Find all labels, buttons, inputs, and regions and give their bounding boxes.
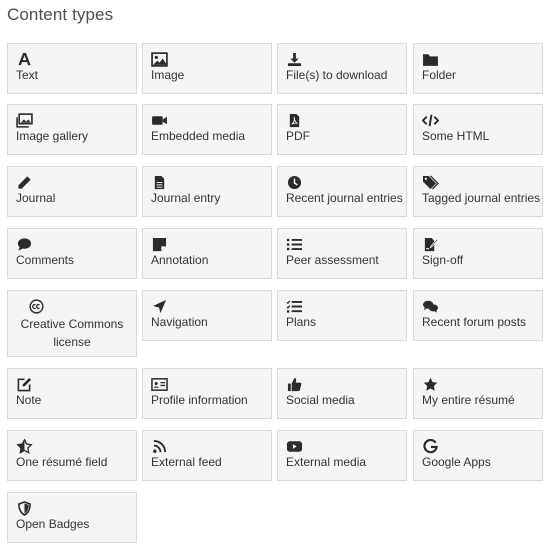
star-icon	[422, 377, 440, 393]
tile-label: My entire résumé	[422, 393, 515, 407]
content-type-annotation[interactable]: Annotation	[142, 228, 272, 279]
tile-label: Creative Commons license	[20, 317, 124, 349]
location-arrow-icon	[151, 299, 169, 315]
sticky-note-icon	[151, 237, 169, 253]
checklist-icon	[286, 299, 304, 315]
content-type-profile-information[interactable]: Profile information	[142, 368, 272, 419]
content-type-one-resume-field[interactable]: One résumé field	[7, 430, 137, 481]
content-type-some-html[interactable]: Some HTML	[413, 104, 543, 155]
tile-label: Profile information	[151, 393, 248, 407]
page-title: Content types	[7, 5, 114, 24]
content-type-pdf[interactable]: PDF	[277, 104, 407, 155]
tile-label: Image gallery	[16, 129, 89, 143]
content-type-plans[interactable]: Plans	[277, 290, 407, 341]
thumbs-up-icon	[286, 377, 304, 393]
star-half-icon	[16, 439, 34, 455]
tile-label: Journal entry	[151, 191, 221, 205]
tile-label: Tagged journal entries	[422, 191, 541, 205]
tile-label: Navigation	[151, 315, 208, 329]
tile-label: Text	[16, 68, 39, 82]
content-type-peer-assessment[interactable]: Peer assessment	[277, 228, 407, 279]
tile-label: Social media	[286, 393, 355, 407]
google-icon	[422, 439, 440, 455]
tile-label: Peer assessment	[286, 253, 379, 267]
rss-icon	[151, 439, 169, 455]
tile-label: Recent journal entries	[286, 191, 403, 205]
content-type-folder[interactable]: Folder	[413, 43, 543, 94]
pencil-icon	[16, 175, 34, 191]
tile-label: Sign-off	[422, 253, 464, 267]
list-icon	[286, 237, 304, 253]
tile-label: PDF	[286, 129, 310, 143]
tile-label: Open Badges	[16, 517, 90, 531]
pdf-icon	[286, 113, 304, 129]
download-icon	[286, 52, 304, 68]
content-type-embedded-media[interactable]: Embedded media	[142, 104, 272, 155]
content-type-comments[interactable]: Comments	[7, 228, 137, 279]
image-icon	[151, 52, 169, 68]
tile-label: Some HTML	[422, 129, 490, 143]
creative-commons-icon	[28, 299, 46, 315]
tile-label: Comments	[16, 253, 75, 267]
content-type-image[interactable]: Image	[142, 43, 272, 94]
youtube-icon	[286, 439, 304, 455]
content-type-image-gallery[interactable]: Image gallery	[7, 104, 137, 155]
tile-label: Note	[16, 393, 42, 407]
content-type-sign-off[interactable]: Sign-off	[413, 228, 543, 279]
tile-label: Folder	[422, 68, 457, 82]
id-card-icon	[151, 377, 169, 393]
content-type-creative-commons-license[interactable]: Creative Commons license	[7, 290, 137, 357]
content-type-social-media[interactable]: Social media	[277, 368, 407, 419]
tile-label: Plans	[286, 315, 317, 329]
content-type-external-media[interactable]: External media	[277, 430, 407, 481]
code-icon	[422, 113, 440, 129]
tile-label: One résumé field	[16, 455, 108, 469]
tags-icon	[422, 175, 440, 191]
tile-label: External media	[286, 455, 367, 469]
content-type-journal-entry[interactable]: Journal entry	[142, 166, 272, 217]
content-type-open-badges[interactable]: Open Badges	[7, 492, 137, 543]
content-type-external-feed[interactable]: External feed	[142, 430, 272, 481]
content-type-tagged-journal-entries[interactable]: Tagged journal entries	[413, 166, 543, 217]
document-icon	[151, 175, 169, 191]
tile-label: Annotation	[151, 253, 209, 267]
video-camera-icon	[151, 113, 169, 129]
tile-label: Embedded media	[151, 129, 246, 143]
content-type-files-to-download[interactable]: File(s) to download	[277, 43, 407, 94]
image-gallery-icon	[16, 113, 34, 129]
content-type-text[interactable]: Text	[7, 43, 137, 94]
clock-icon	[286, 175, 304, 191]
content-type-journal[interactable]: Journal	[7, 166, 137, 217]
comment-icon	[16, 237, 34, 253]
content-type-note[interactable]: Note	[7, 368, 137, 419]
content-type-recent-journal-entries[interactable]: Recent journal entries	[277, 166, 407, 217]
folder-icon	[422, 52, 440, 68]
tile-label: Journal	[16, 191, 56, 205]
tile-label: External feed	[151, 455, 222, 469]
content-type-google-apps[interactable]: Google Apps	[413, 430, 543, 481]
content-type-my-entire-resume[interactable]: My entire résumé	[413, 368, 543, 419]
edit-icon	[16, 377, 34, 393]
shield-icon	[16, 501, 34, 517]
tile-label: Image	[151, 68, 185, 82]
text-icon	[16, 52, 34, 68]
signature-icon	[422, 237, 440, 253]
content-type-recent-forum-posts[interactable]: Recent forum posts	[413, 290, 543, 341]
tile-label: File(s) to download	[286, 68, 388, 82]
comments-icon	[422, 299, 440, 315]
tile-label: Google Apps	[422, 455, 491, 469]
content-type-navigation[interactable]: Navigation	[142, 290, 272, 341]
tile-label: Recent forum posts	[422, 315, 527, 329]
